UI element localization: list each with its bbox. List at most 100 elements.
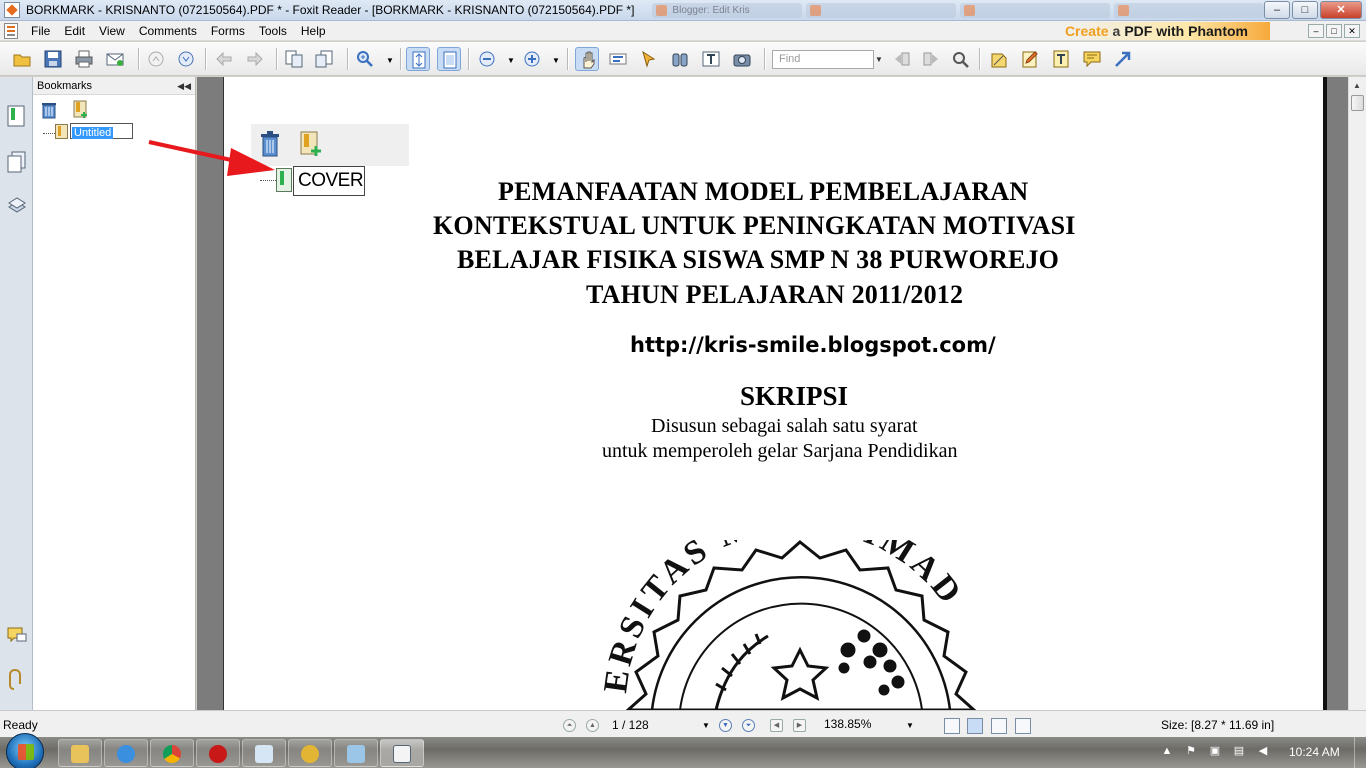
- fit-width-button[interactable]: [437, 47, 461, 71]
- fit-width-icon: [443, 51, 457, 69]
- taskbar-paint[interactable]: [334, 739, 378, 767]
- zoom-in-button[interactable]: [353, 47, 377, 71]
- page-number-field[interactable]: 1 / 128: [605, 716, 713, 735]
- print-icon: [75, 50, 93, 68]
- next-page-button[interactable]: [174, 47, 198, 71]
- next-page-status-button[interactable]: ▼: [719, 719, 732, 732]
- phantom-promo-banner[interactable]: Create a PDF with Phantom: [1064, 22, 1270, 40]
- show-desktop-button[interactable]: [1354, 737, 1366, 768]
- menu-comments[interactable]: Comments: [132, 21, 204, 41]
- show-hidden-icons[interactable]: ▲: [1160, 744, 1174, 758]
- search-previous-button[interactable]: [890, 47, 914, 71]
- taskbar-media[interactable]: [196, 739, 240, 767]
- textbox-tool-button[interactable]: [1049, 47, 1073, 71]
- find-button[interactable]: [668, 47, 692, 71]
- layers-panel-icon[interactable]: [7, 195, 27, 217]
- typewriter-button[interactable]: [699, 47, 723, 71]
- taskbar-chrome[interactable]: [150, 739, 194, 767]
- taskbar-foxit[interactable]: [380, 739, 424, 767]
- hand-tool-button[interactable]: [575, 47, 599, 71]
- previous-view-button[interactable]: ◀: [770, 719, 783, 732]
- close-button[interactable]: ✕: [1320, 1, 1362, 19]
- zoom-dropdown-arrow[interactable]: ▼: [386, 56, 394, 65]
- bookmark-rename-selection: Untitled: [72, 127, 114, 139]
- taskbar-notepad[interactable]: [242, 739, 286, 767]
- comments-panel-icon[interactable]: [7, 625, 27, 647]
- document-icon[interactable]: [4, 22, 18, 39]
- single-page-view-icon[interactable]: [944, 718, 960, 734]
- continuous-view-icon[interactable]: [967, 718, 983, 734]
- email-button[interactable]: [103, 47, 127, 71]
- zoom-level-dropdown[interactable]: ▼: [906, 721, 914, 730]
- zoom-out-button[interactable]: [475, 47, 499, 71]
- save-button[interactable]: [41, 47, 65, 71]
- taskbar-ie[interactable]: [104, 739, 148, 767]
- first-page-button[interactable]: ⏶: [563, 719, 576, 732]
- pen-tool-button[interactable]: [1018, 47, 1042, 71]
- network-icon[interactable]: ▤: [1232, 744, 1246, 758]
- snapshot-button[interactable]: [730, 47, 754, 71]
- search-button[interactable]: [948, 47, 972, 71]
- taskbar-explorer[interactable]: [58, 739, 102, 767]
- select-annotation-button[interactable]: [637, 47, 661, 71]
- attachments-panel-icon[interactable]: [7, 669, 27, 691]
- previous-page-button[interactable]: [144, 47, 168, 71]
- add-bookmark-icon[interactable]: [73, 100, 89, 119]
- zoom-level-field[interactable]: 138.85%: [818, 716, 918, 735]
- zoom-out-dropdown[interactable]: ▼: [507, 56, 515, 65]
- page-dropdown[interactable]: ▼: [702, 721, 710, 730]
- forward-button[interactable]: [243, 47, 267, 71]
- select-text-button[interactable]: [606, 47, 630, 71]
- browser-tab[interactable]: [806, 2, 957, 18]
- doc-minimize-button[interactable]: –: [1308, 24, 1324, 38]
- collapse-panel-button[interactable]: ◀◀: [177, 77, 191, 95]
- menu-view[interactable]: View: [92, 21, 132, 41]
- print-button[interactable]: [72, 47, 96, 71]
- taskbar-clock[interactable]: 10:24 AM: [1289, 745, 1340, 759]
- comment-tool-button[interactable]: [1080, 47, 1104, 71]
- flag-icon[interactable]: ⚑: [1184, 744, 1198, 758]
- minimize-button[interactable]: –: [1264, 1, 1290, 19]
- zoom-plus-dropdown[interactable]: ▼: [552, 56, 560, 65]
- browser-tab[interactable]: [960, 2, 1111, 18]
- typewriter-icon: [702, 51, 720, 67]
- continuous-facing-view-icon[interactable]: [1015, 718, 1031, 734]
- back-button[interactable]: [212, 47, 236, 71]
- note-tool-button[interactable]: [987, 47, 1011, 71]
- find-dropdown[interactable]: ▼: [875, 55, 883, 64]
- next-view-button[interactable]: ▶: [793, 719, 806, 732]
- scrollbar-thumb[interactable]: [1351, 95, 1364, 111]
- arrow-tool-button[interactable]: [1111, 47, 1135, 71]
- find-input[interactable]: Find: [772, 50, 874, 69]
- arrow-tool-icon: [1115, 51, 1131, 67]
- menu-help[interactable]: Help: [294, 21, 333, 41]
- delete-bookmark-icon[interactable]: [41, 101, 57, 119]
- fit-page-button[interactable]: [406, 47, 430, 71]
- menu-tools[interactable]: Tools: [252, 21, 294, 41]
- device-icon[interactable]: ▣: [1208, 744, 1222, 758]
- menu-forms[interactable]: Forms: [204, 21, 252, 41]
- volume-icon[interactable]: ◀: [1256, 744, 1270, 758]
- last-page-button[interactable]: ⏷: [742, 719, 755, 732]
- menu-edit[interactable]: Edit: [57, 21, 92, 41]
- vertical-scrollbar[interactable]: ▲: [1348, 77, 1366, 710]
- search-next-button[interactable]: [919, 47, 943, 71]
- start-button[interactable]: [6, 733, 44, 768]
- zoom-plus-button[interactable]: [520, 47, 544, 71]
- extract-pages-button[interactable]: [282, 47, 306, 71]
- insert-pages-button[interactable]: [312, 47, 336, 71]
- doc-restore-button[interactable]: □: [1326, 24, 1342, 38]
- browser-tab[interactable]: Blogger: Edit Kris: [652, 2, 803, 18]
- doc-close-button[interactable]: ✕: [1344, 24, 1360, 38]
- bookmarks-panel-icon[interactable]: [7, 105, 27, 127]
- bookmark-rename-field[interactable]: Untitled: [70, 123, 133, 139]
- maximize-button[interactable]: □: [1292, 1, 1318, 19]
- taskbar-app[interactable]: [288, 739, 332, 767]
- pages-panel-icon[interactable]: [7, 151, 27, 173]
- browser-tab[interactable]: [1114, 2, 1265, 18]
- scroll-up-icon[interactable]: ▲: [1353, 81, 1361, 90]
- menu-file[interactable]: File: [24, 21, 57, 41]
- facing-view-icon[interactable]: [991, 718, 1007, 734]
- open-button[interactable]: [10, 47, 34, 71]
- prev-page-button[interactable]: ▲: [586, 719, 599, 732]
